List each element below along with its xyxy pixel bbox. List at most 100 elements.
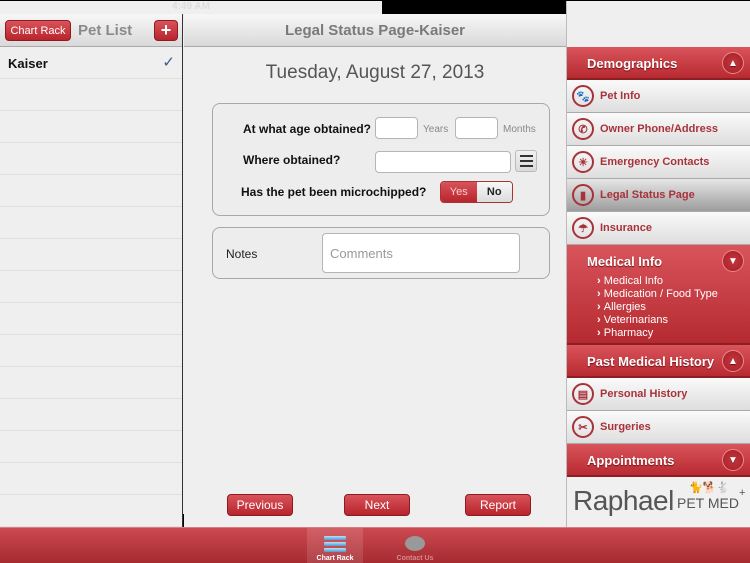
- report-button[interactable]: Report: [465, 494, 531, 516]
- page-title: Legal Status Page-Kaiser: [184, 14, 566, 47]
- nav-item-pet-info[interactable]: 🐾 Pet Info: [567, 80, 750, 113]
- nav-item-label: Legal Status Page: [600, 189, 695, 201]
- demographics-header[interactable]: Demographics ▲: [567, 47, 750, 80]
- logo-brand: Raphael: [573, 485, 674, 516]
- scissors-icon: ✂: [572, 416, 594, 438]
- list-icon-line: [519, 165, 533, 167]
- age-obtained-label: At what age obtained?: [243, 122, 372, 136]
- tab-contact-us[interactable]: Contact Us: [387, 528, 443, 563]
- nav-item-label: Pet Info: [600, 90, 641, 102]
- notes-panel: Notes Comments: [212, 227, 550, 279]
- tab-bar: Chart Rack Contact Us: [0, 527, 750, 563]
- pharmacy-link[interactable]: Pharmacy: [597, 327, 718, 340]
- microchip-toggle: Yes No: [440, 181, 513, 203]
- years-unit-label: Years: [423, 124, 449, 135]
- empty-list-row: [0, 431, 182, 463]
- microchip-yes-button[interactable]: Yes: [441, 182, 477, 202]
- pet-list-header: Chart Rack Pet List +: [0, 14, 182, 47]
- acquisition-panel: At what age obtained? Years Months Where…: [212, 103, 550, 216]
- pet-list-title: Pet List: [78, 22, 133, 39]
- chevron-up-icon[interactable]: ▲: [722, 52, 744, 74]
- microchip-label: Has the pet been microchipped?: [241, 185, 427, 199]
- add-pet-button[interactable]: +: [154, 20, 178, 41]
- empty-list-row: [0, 463, 182, 495]
- section-title: Demographics: [587, 56, 678, 71]
- notes-input[interactable]: Comments: [322, 233, 520, 273]
- empty-list-row: [0, 207, 182, 239]
- nav-item-personal-history[interactable]: ▤ Personal History: [567, 378, 750, 411]
- empty-list-row: [0, 111, 182, 143]
- paw-icon: 🐾: [572, 85, 594, 107]
- empty-list-row: [0, 175, 182, 207]
- microchip-no-button[interactable]: No: [476, 182, 512, 202]
- tab-chart-rack[interactable]: Chart Rack: [307, 528, 363, 563]
- umbrella-icon: ☂: [572, 217, 594, 239]
- nav-item-label: Personal History: [600, 388, 688, 400]
- nav-item-legal-status-page[interactable]: ▮ Legal Status Page: [567, 179, 750, 212]
- speech-bubble-icon: [405, 536, 425, 551]
- nav-item-surgeries[interactable]: ✂ Surgeries: [567, 411, 750, 444]
- nav-item-label: Emergency Contacts: [600, 156, 710, 168]
- chevron-down-icon[interactable]: ▼: [722, 250, 744, 272]
- list-icon-line: [519, 160, 533, 162]
- phone-icon: ✆: [572, 118, 594, 140]
- tab-label: Contact Us: [396, 555, 434, 562]
- chart-rack-button[interactable]: Chart Rack: [5, 20, 71, 41]
- nav-item-label: Surgeries: [600, 421, 651, 433]
- main-content: Legal Status Page-Kaiser Tuesday, August…: [184, 14, 566, 527]
- chevron-down-icon[interactable]: ▼: [722, 449, 744, 471]
- nav-item-label: Owner Phone/Address: [600, 123, 718, 135]
- medical-info-list: Medical Info Medication / Food Type Alle…: [597, 275, 718, 340]
- chevron-up-icon[interactable]: ▲: [722, 350, 744, 372]
- empty-list-row: [0, 495, 182, 527]
- appointments-header[interactable]: Appointments ▼: [567, 444, 750, 477]
- past-medical-history-header[interactable]: Past Medical History ▲: [567, 345, 750, 378]
- medical-info-link[interactable]: Medical Info: [597, 275, 718, 288]
- empty-list-row: [0, 143, 182, 175]
- raphael-pet-med-logo: Raphael 🐈🐕🐇 PET MED +: [567, 477, 750, 520]
- notes-label: Notes: [226, 247, 258, 261]
- nav-item-owner-phone-address[interactable]: ✆ Owner Phone/Address: [567, 113, 750, 146]
- section-title: Past Medical History: [587, 354, 715, 369]
- empty-list-row: [0, 303, 182, 335]
- age-months-input[interactable]: [455, 117, 498, 139]
- pet-list-pane: Chart Rack Pet List + Kaiser ✓: [0, 14, 183, 527]
- empty-list-row: [0, 335, 182, 367]
- chart-icon: ▮: [572, 184, 594, 206]
- medical-info-section: Medical Info ▼ Medical Info Medication /…: [567, 245, 750, 345]
- allergies-link[interactable]: Allergies: [597, 301, 718, 314]
- animals-icon: 🐈🐕🐇: [689, 482, 731, 494]
- empty-list-row: [0, 239, 182, 271]
- where-obtained-label: Where obtained?: [243, 153, 341, 167]
- clipboard-icon: ▤: [572, 383, 594, 405]
- empty-list-row: [0, 367, 182, 399]
- empty-list-row: [0, 79, 182, 111]
- section-nav: Demographics ▲ 🐾 Pet Info ✆ Owner Phone/…: [566, 47, 750, 527]
- section-title: Medical Info: [587, 254, 663, 269]
- siren-icon: ☀: [572, 151, 594, 173]
- list-icon-line: [519, 155, 533, 157]
- nav-item-label: Insurance: [600, 222, 652, 234]
- chart-rack-icon: [324, 536, 346, 553]
- veterinarians-link[interactable]: Veterinarians: [597, 314, 718, 327]
- nav-item-emergency-contacts[interactable]: ☀ Emergency Contacts: [567, 146, 750, 179]
- pet-name: Kaiser: [8, 56, 48, 71]
- checkmark-icon: ✓: [162, 54, 175, 71]
- where-obtained-list-button[interactable]: [515, 150, 537, 172]
- medication-food-type-link[interactable]: Medication / Food Type: [597, 288, 718, 301]
- where-obtained-input[interactable]: [375, 151, 511, 173]
- tab-label: Chart Rack: [316, 555, 354, 562]
- age-years-input[interactable]: [375, 117, 418, 139]
- logo-sub: PET MED: [677, 495, 739, 511]
- months-unit-label: Months: [503, 124, 536, 135]
- empty-list-row: [0, 271, 182, 303]
- next-button[interactable]: Next: [344, 494, 410, 516]
- logo-plus: +: [739, 487, 746, 499]
- section-title: Appointments: [587, 453, 675, 468]
- previous-button[interactable]: Previous: [227, 494, 293, 516]
- status-bar: iPad ︵ 4:49 AM ✱ 19%: [0, 0, 750, 514]
- app-root: iPad ︵ 4:49 AM ✱ 19% Chart Rack Pet List…: [0, 0, 750, 563]
- empty-list-row: [0, 399, 182, 431]
- nav-item-insurance[interactable]: ☂ Insurance: [567, 212, 750, 245]
- pet-list-item[interactable]: Kaiser ✓: [0, 47, 182, 79]
